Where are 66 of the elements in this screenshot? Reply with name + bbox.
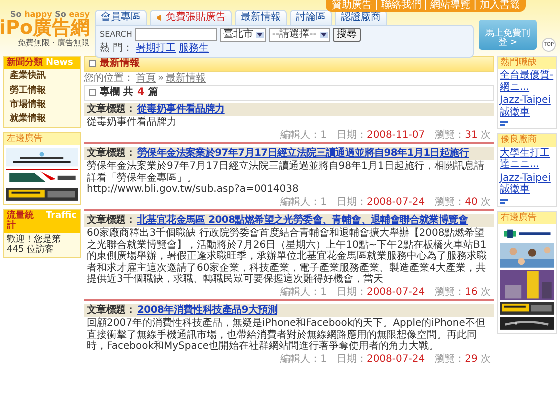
breadcrumb-label: 您的位置： <box>84 72 134 84</box>
article-text: 回顧2007年的消費性科技產品，無疑是iPhone和Facebook的天下。Apple的iPhone不但直接衝擊了無線手機通訊市場，也帶給消費者對於無線網路應用的無限想像空間。再此同時，Facebook和MySpace也開始在社群網站間進行著爭奪使用者的角力大戰。 <box>87 318 486 352</box>
nav-tab[interactable]: 免費張貼廣告 <box>150 10 232 24</box>
hot-label: 熱 門： <box>100 42 134 54</box>
article-meta: 編輯人：1 日期：2008-07-24 瀏覽：29 次 <box>280 354 492 366</box>
logo-slogan: 免費無限 · 廣告無限 <box>18 39 90 49</box>
link-separator: | <box>424 0 428 12</box>
category-link[interactable]: 就業情報 <box>4 112 80 127</box>
article-text: 從毒奶事件看品牌力 <box>87 117 178 128</box>
panel-title: 新聞分類 <box>7 58 43 68</box>
article-meta: 編輯人：1 日期：2008-07-24 瀏覽：40 次 <box>280 196 492 208</box>
article-title-link[interactable]: 北基宜花金馬區 2008點燃希望之光勞委會、青輔會、退輔會聯合就業博覽會 <box>138 214 468 226</box>
link-separator: | <box>474 0 477 12</box>
count-number: 4 <box>137 87 144 98</box>
count-text: 篇 <box>148 87 158 98</box>
article-text: http://www.bli.gov.tw/sub.asp?a=0014038 <box>87 184 300 196</box>
category-link[interactable]: 市場情報 <box>4 98 80 112</box>
article-meta: 編輯人：1 日期：2008-11-07 瀏覽：31 次 <box>280 130 492 142</box>
sidebar-link[interactable]: Jazz-Taipei誠徵車 <box>498 94 556 120</box>
sidebar-link[interactable]: 大學生打工達ニニ... <box>498 146 556 172</box>
article-title-label: 文章標題： <box>87 148 136 159</box>
hot-keyword-link[interactable]: 暑期打工 <box>136 42 176 54</box>
city-dropdown[interactable]: 臺北市 <box>220 28 266 42</box>
article-title-link[interactable]: 2008年消費性科技產品9大預測 <box>138 304 278 316</box>
panel-title: 流量統計 <box>7 211 35 232</box>
category-link[interactable]: 勞工情報 <box>4 84 80 98</box>
sidebar-link[interactable]: 全台最優質-網ニ... <box>498 69 556 94</box>
panel-subtitle: News <box>46 58 74 68</box>
sidebar-link[interactable]: Jazz-Taipei誠徵車 <box>498 172 556 197</box>
breadcrumb-separator: » <box>158 72 164 84</box>
search-button[interactable]: 搜尋 <box>332 28 361 42</box>
article-title-label: 文章標題： <box>87 214 136 226</box>
article-title-link[interactable]: 從毒奶事件看品牌力 <box>138 104 225 115</box>
caret-icon <box>320 32 328 38</box>
link-separator: | <box>374 0 378 12</box>
article-title-label: 文章標題： <box>87 304 136 316</box>
nav-tab[interactable]: 最新情報 <box>235 10 287 24</box>
nav-tab[interactable]: 討論區 <box>290 10 332 24</box>
hot-keyword-link[interactable]: 服務生 <box>179 42 210 54</box>
search-label: SEARCH <box>100 30 132 40</box>
megaphone-icon <box>156 14 164 22</box>
article-meta: 編輯人：1 日期：2008-07-24 瀏覽：16 次 <box>280 286 492 298</box>
bullet-icon <box>89 60 96 68</box>
nav-tab[interactable]: 會員專區 <box>95 10 147 24</box>
panel-title: 左邊廣告 <box>4 132 80 146</box>
article-text: 60家廠商釋出3千個職缺 行政院勞委會首度結合青輔會和退輔會擴大舉辦【2008點燃希望之光聯合就業博覽會】，活動將於7月26日（星期六）上午10點~下午2點在板橋火車站B1的東側廣場舉辦，暑假正逢求職旺季，承辦單位北基宜花金馬區就業服務中心為了服務求職者和求才雇主這次邀請了60家企業，科技產業，電子產業服務產業、製造產業4大產業，共提供近3千個職缺，求職、轉職民眾可要保握這次難得好機會，當天 <box>87 228 488 286</box>
logo-tagline: So happy So easy <box>10 10 90 19</box>
caret-icon <box>256 32 264 38</box>
category-dropdown[interactable]: --請選擇-- <box>269 28 330 42</box>
visitor-count: 歡迎！您是第 445 位訪客 <box>6 234 62 258</box>
breadcrumb-link[interactable]: 最新情報 <box>166 72 206 84</box>
breadcrumb-link[interactable]: 首頁 <box>136 72 156 84</box>
more-icon[interactable] <box>500 198 508 204</box>
more-icon[interactable] <box>500 121 508 126</box>
article-title-label: 文章標題： <box>87 104 136 115</box>
search-field[interactable] <box>135 28 218 41</box>
panel-title: 右邊廣告 <box>498 212 556 224</box>
bullet-icon <box>89 89 96 96</box>
article-text: 勞保年金法案業於97年7月17日經立法院三讀通過並將自98年1月1日起施行，相關訊息請詳看「勞保年金專區」。 <box>87 161 486 184</box>
article-title-link[interactable]: 勞保年金法案業於97年7月17日經立法院三讀通過並將自98年1月1日起施行 <box>138 148 470 159</box>
category-link[interactable]: 產業快訊 <box>4 69 80 84</box>
section-title: 最新情報 <box>100 58 140 70</box>
panel-title: 優良廠商 <box>498 134 556 147</box>
count-text: 專欄 共 <box>100 87 134 98</box>
panel-subtitle: Traffic <box>46 211 77 223</box>
panel-title: 熱門職缺 <box>498 57 556 70</box>
